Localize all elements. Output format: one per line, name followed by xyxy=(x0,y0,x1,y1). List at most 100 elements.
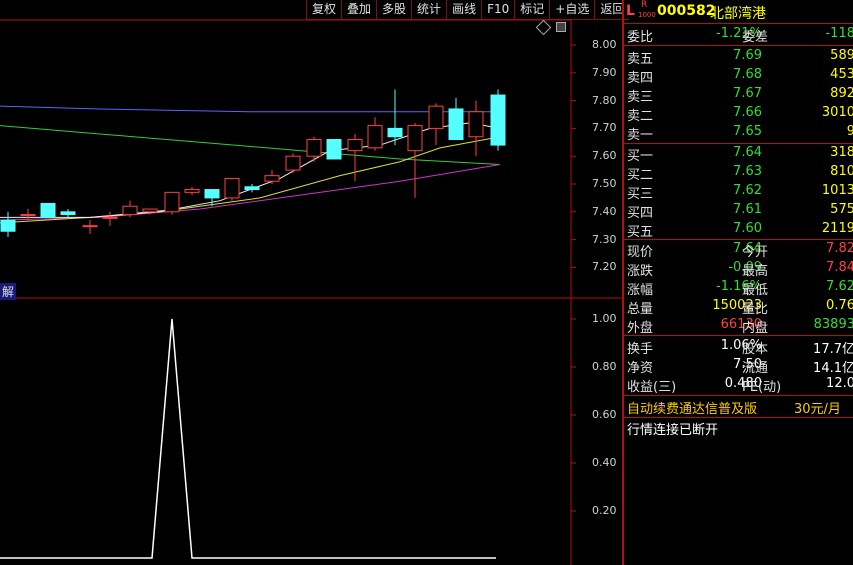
candle xyxy=(468,111,484,138)
flag-l: L xyxy=(626,3,635,19)
quote-label: 今开 xyxy=(742,245,769,260)
quote-row[interactable]: 现价 7.64 今开 7.82 xyxy=(624,241,853,260)
fundamental-label: 净资 xyxy=(627,361,654,376)
weibi-label: 委比 xyxy=(627,30,654,45)
fundamental-row[interactable]: 换手 1.06% 股本 17.7亿 xyxy=(624,338,853,357)
bid-row[interactable]: 买二 7.63 810 xyxy=(624,164,853,183)
candle xyxy=(347,139,363,152)
ask-label: 卖二 xyxy=(627,109,654,124)
ask-row[interactable]: 卖五 7.69 589 xyxy=(624,48,853,67)
indicator-axis-label: 0.40 xyxy=(592,456,617,469)
ask-row[interactable]: 卖二 7.66 3010 xyxy=(624,105,853,124)
quote-value: 7.62 xyxy=(826,279,853,294)
fundamental-row[interactable]: 收益(三) 0.480 PE(动) 12.0 xyxy=(624,376,853,395)
candlestick-chart[interactable] xyxy=(0,0,622,300)
promo-text[interactable]: 自动续费通达信普及版 xyxy=(627,398,757,417)
indicator-label[interactable]: 解 xyxy=(0,283,17,300)
candle xyxy=(164,191,180,213)
status-row: 行情连接已断开 xyxy=(624,419,853,438)
candle xyxy=(122,205,138,216)
price-axis-label: 8.00 xyxy=(592,38,617,51)
ask-row[interactable]: 卖一 7.65 9 xyxy=(624,124,853,143)
ask-label: 卖三 xyxy=(627,90,654,105)
stock-header: L R 1000 000582 北部湾港 xyxy=(624,0,853,22)
price-axis-label: 7.20 xyxy=(592,260,617,274)
fundamental-label: 收益(三) xyxy=(627,380,677,395)
bid-label: 买一 xyxy=(627,149,654,164)
ask-label: 卖四 xyxy=(627,71,654,86)
indicator-axis-label: 1.00 xyxy=(592,312,617,325)
ask-volume: 9 xyxy=(846,124,853,139)
bid-label: 买五 xyxy=(627,225,654,240)
candle xyxy=(264,175,280,182)
candle xyxy=(490,94,506,146)
price-axis-label: 7.80 xyxy=(592,93,617,107)
candle xyxy=(244,186,260,191)
candle xyxy=(326,139,342,160)
candle xyxy=(60,211,76,216)
fundamental-value: 14.1亿 xyxy=(813,361,853,376)
quote-panel: L R 1000 000582 北部湾港 委比 -1.21% 委差 -118 卖… xyxy=(622,0,853,565)
bid-volume: 318 xyxy=(830,145,853,160)
candle xyxy=(142,208,158,213)
candle xyxy=(204,189,220,199)
candle xyxy=(448,108,464,141)
price-axis-label: 7.90 xyxy=(592,65,617,79)
promo-row[interactable]: 自动续费通达信普及版 30元/月 xyxy=(624,398,853,417)
fundamental-row[interactable]: 净资 7.50 流通 14.1亿 xyxy=(624,357,853,376)
price-axis-label: 7.40 xyxy=(592,204,617,218)
promo-price[interactable]: 30元/月 xyxy=(794,398,841,417)
candle xyxy=(407,125,423,152)
price-axis-label: 7.60 xyxy=(592,149,617,163)
indicator-axis-label: 0.80 xyxy=(592,360,617,373)
indicator-chart[interactable] xyxy=(0,300,622,565)
candle xyxy=(184,189,200,193)
bid-price: 7.63 xyxy=(733,164,762,179)
chart-expand-icon[interactable] xyxy=(556,22,566,32)
ask-row[interactable]: 卖四 7.68 453 xyxy=(624,67,853,86)
bid-row[interactable]: 买四 7.61 575 xyxy=(624,202,853,221)
bid-price: 7.62 xyxy=(733,183,762,198)
flag-small: 1000 xyxy=(638,11,656,19)
candle xyxy=(40,202,56,218)
quote-value: 0.76 xyxy=(826,298,853,313)
ask-volume: 3010 xyxy=(821,105,853,120)
bid-row[interactable]: 买三 7.62 1013 xyxy=(624,183,853,202)
indicator-axis-label: 0.60 xyxy=(592,408,617,421)
bid-row[interactable]: 买一 7.64 318 xyxy=(624,145,853,164)
candle xyxy=(102,216,118,219)
quote-label: 最低 xyxy=(742,283,769,298)
bid-price: 7.61 xyxy=(733,202,762,217)
weicha-value: -118 xyxy=(825,26,853,41)
fundamental-label: 换手 xyxy=(627,342,654,357)
quote-label: 涨跌 xyxy=(627,264,654,279)
ask-volume: 589 xyxy=(830,48,853,63)
candle xyxy=(20,214,36,217)
quote-label: 内盘 xyxy=(742,321,769,336)
ask-row[interactable]: 卖三 7.67 892 xyxy=(624,86,853,105)
fundamental-value: 12.0 xyxy=(826,376,853,391)
bid-volume: 810 xyxy=(830,164,853,179)
quote-label: 现价 xyxy=(627,245,654,260)
fundamental-value: 17.7亿 xyxy=(813,342,853,357)
candle xyxy=(285,155,301,171)
bid-label: 买三 xyxy=(627,187,654,202)
ask-price: 7.68 xyxy=(733,67,762,82)
bid-price: 7.60 xyxy=(733,221,762,236)
quote-label: 外盘 xyxy=(627,321,654,336)
ask-price: 7.65 xyxy=(733,124,762,139)
quote-row[interactable]: 外盘 66130 内盘 83893 xyxy=(624,317,853,336)
quote-row[interactable]: 总量 150023 量比 0.76 xyxy=(624,298,853,317)
stock-code: 000582 xyxy=(657,3,716,19)
quote-row[interactable]: 涨跌 -0.09 最高 7.84 xyxy=(624,260,853,279)
bid-label: 买二 xyxy=(627,168,654,183)
stock-name: 北部湾港 xyxy=(710,6,766,22)
bid-volume: 1013 xyxy=(821,183,853,198)
quote-row[interactable]: 涨幅 -1.16% 最低 7.62 xyxy=(624,279,853,298)
quote-label: 量比 xyxy=(742,302,769,317)
bid-row[interactable]: 买五 7.60 2119 xyxy=(624,221,853,240)
candle xyxy=(224,177,240,199)
quote-label: 总量 xyxy=(627,302,654,317)
ask-price: 7.66 xyxy=(733,105,762,120)
candle xyxy=(306,139,322,157)
